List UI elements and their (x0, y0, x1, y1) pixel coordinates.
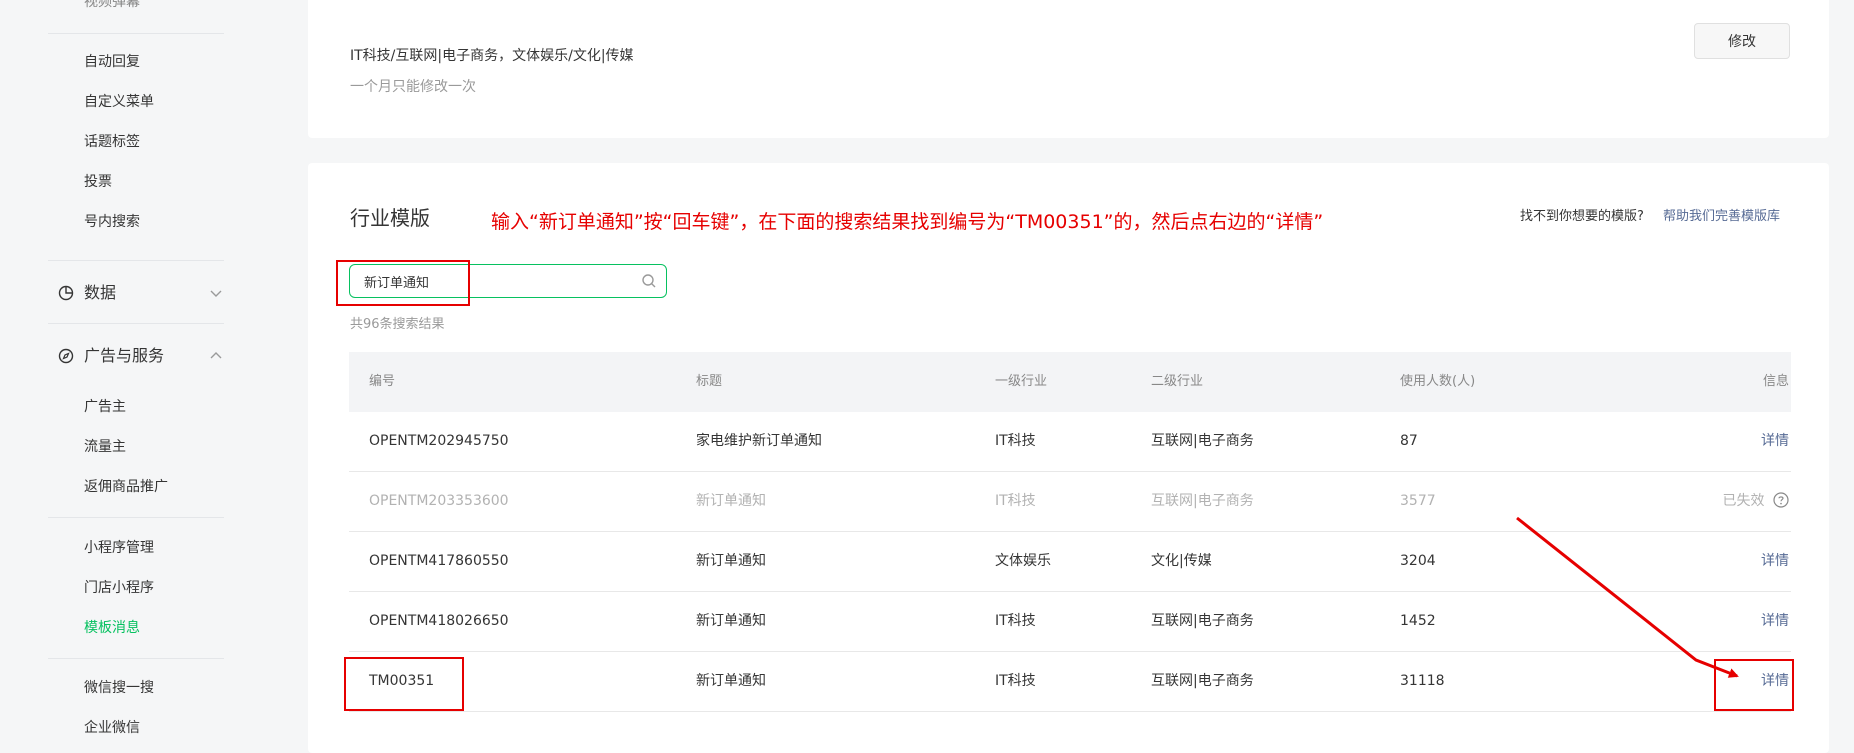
table-row: TM00351 新订单通知 IT科技 互联网|电子商务 31118 详情 (349, 652, 1791, 712)
column-header-users: 使用人数(人) (1400, 374, 1476, 389)
sidebar-divider (48, 517, 224, 518)
result-count: 共96条搜索结果 (350, 317, 445, 332)
table-row: OPENTM202945750 家电维护新订单通知 IT科技 互联网|电子商务 … (349, 412, 1791, 472)
cell-id: TM00351 (369, 673, 435, 689)
sidebar-item-commission-promo[interactable]: 返佣商品推广 (84, 477, 168, 497)
sidebar: 视频弹幕 自动回复 自定义菜单 话题标签 投票 号内搜索 数据 广告与服务 广告… (0, 0, 270, 739)
annotation-instruction: 输入“新订单通知”按“回车键”，在下面的搜索结果找到编号为“TM00351”的，… (491, 211, 1324, 233)
cell-users: 1452 (1400, 613, 1436, 629)
industry-templates-card: 行业模版 输入“新订单通知”按“回车键”，在下面的搜索结果找到编号为“TM003… (308, 163, 1829, 753)
cell-level1: IT科技 (995, 673, 1036, 689)
sidebar-divider (48, 323, 224, 324)
cell-title: 家电维护新订单通知 (696, 433, 822, 449)
cell-level2: 互联网|电子商务 (1151, 433, 1254, 449)
cell-title: 新订单通知 (696, 613, 766, 629)
compass-icon (58, 348, 74, 364)
cell-id: OPENTM202945750 (369, 433, 509, 449)
detail-link[interactable]: 详情 (1761, 532, 1789, 590)
sidebar-group-data[interactable]: 数据 (58, 281, 224, 305)
cell-title: 新订单通知 (696, 553, 766, 569)
expired-label: 已失效 (1722, 493, 1765, 509)
column-header-id: 编号 (369, 374, 396, 389)
cell-level1: IT科技 (995, 493, 1036, 509)
industry-card: IT科技/互联网|电子商务，文体娱乐/文化|传媒 一个月只能修改一次 修改 (308, 0, 1829, 138)
question-icon[interactable] (1773, 492, 1789, 508)
cell-users: 3204 (1400, 553, 1436, 569)
chevron-down-icon[interactable] (208, 285, 224, 301)
sidebar-item-auto-reply[interactable]: 自动回复 (84, 52, 140, 72)
templates-table: 编号 标题 一级行业 二级行业 使用人数(人) 信息 OPENTM2029457… (349, 352, 1791, 712)
search-icon[interactable] (641, 273, 657, 289)
search-box (349, 264, 667, 298)
cell-id: OPENTM417860550 (369, 553, 509, 569)
sidebar-item-wechat-search[interactable]: 微信搜一搜 (84, 678, 154, 698)
sidebar-item-topic-tags[interactable]: 话题标签 (84, 132, 140, 152)
sidebar-item-store-miniprogram[interactable]: 门店小程序 (84, 578, 154, 598)
cell-level2: 互联网|电子商务 (1151, 493, 1254, 509)
sidebar-group-label: 数据 (84, 283, 117, 302)
cell-users: 31118 (1400, 673, 1445, 689)
pie-chart-icon (58, 285, 74, 301)
detail-link-target[interactable]: 详情 (1761, 652, 1789, 710)
column-header-level1: 一级行业 (995, 374, 1048, 389)
sidebar-item-advertiser[interactable]: 广告主 (84, 397, 126, 417)
sidebar-item-custom-menu[interactable]: 自定义菜单 (84, 92, 154, 112)
sidebar-item-miniprogram-manage[interactable]: 小程序管理 (84, 538, 154, 558)
cell-title: 新订单通知 (696, 493, 766, 509)
cell-level1: IT科技 (995, 433, 1036, 449)
table-header: 编号 标题 一级行业 二级行业 使用人数(人) 信息 (349, 352, 1791, 412)
expired-status: 已失效 (1723, 472, 1789, 530)
cell-level2: 互联网|电子商务 (1151, 673, 1254, 689)
sidebar-group-ads-services[interactable]: 广告与服务 (58, 344, 224, 368)
sidebar-group-label: 广告与服务 (84, 346, 165, 365)
sidebar-item-work-wechat[interactable]: 企业微信 (84, 718, 140, 738)
industry-value: IT科技/互联网|电子商务，文体娱乐/文化|传媒 (350, 48, 634, 64)
help-link[interactable]: 帮助我们完善模版库 (1663, 205, 1780, 224)
column-header-info: 信息 (1762, 374, 1789, 389)
cell-level1: IT科技 (995, 613, 1036, 629)
detail-link[interactable]: 详情 (1761, 412, 1789, 470)
sidebar-divider (48, 658, 224, 659)
help-text: 找不到你想要的模版? (1520, 209, 1644, 224)
modify-button[interactable]: 修改 (1694, 23, 1790, 59)
table-row: OPENTM418026650 新订单通知 IT科技 互联网|电子商务 1452… (349, 592, 1791, 652)
column-header-level2: 二级行业 (1151, 374, 1204, 389)
search-input[interactable] (364, 265, 624, 297)
cell-id: OPENTM203353600 (369, 493, 509, 509)
sidebar-item-publisher[interactable]: 流量主 (84, 437, 126, 457)
cell-users: 87 (1400, 433, 1418, 449)
section-title: 行业模版 (350, 206, 430, 230)
table-row: OPENTM203353600 新订单通知 IT科技 互联网|电子商务 3577… (349, 472, 1791, 532)
cell-id: OPENTM418026650 (369, 613, 509, 629)
column-header-title: 标题 (696, 374, 723, 389)
sidebar-divider (48, 260, 224, 261)
table-row: OPENTM417860550 新订单通知 文体娱乐 文化|传媒 3204 详情 (349, 532, 1791, 592)
sidebar-item-in-account-search[interactable]: 号内搜索 (84, 212, 140, 232)
sidebar-divider (48, 33, 224, 34)
sidebar-item-video-danmaku[interactable]: 视频弹幕 (84, 0, 140, 12)
detail-link[interactable]: 详情 (1761, 592, 1789, 650)
chevron-up-icon[interactable] (208, 348, 224, 364)
sidebar-item-template-message[interactable]: 模板消息 (84, 618, 140, 638)
cell-level1: 文体娱乐 (995, 553, 1051, 569)
cell-level2: 文化|传媒 (1151, 553, 1212, 569)
cell-level2: 互联网|电子商务 (1151, 613, 1254, 629)
cell-users: 3577 (1400, 493, 1436, 509)
cell-title: 新订单通知 (696, 673, 766, 689)
industry-note: 一个月只能修改一次 (350, 79, 476, 95)
sidebar-item-vote[interactable]: 投票 (84, 172, 112, 192)
